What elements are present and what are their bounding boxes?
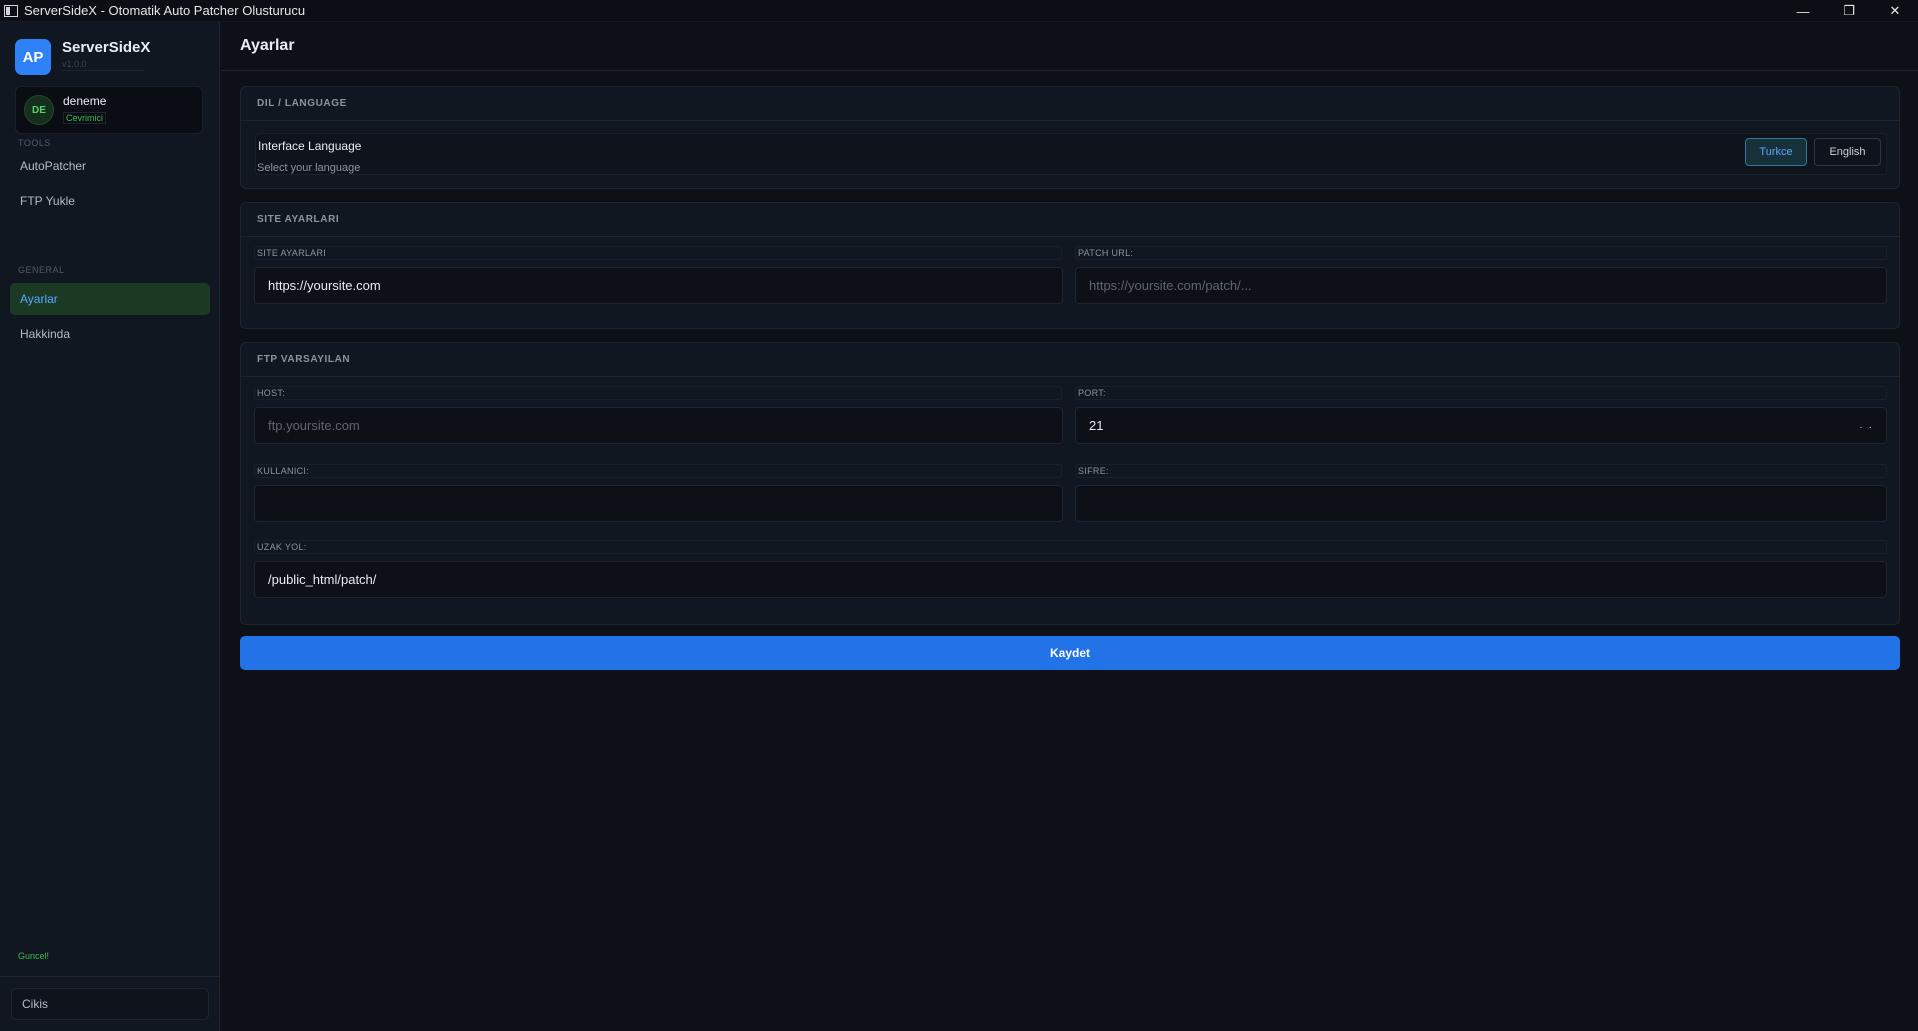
window-title: ServerSideX - Otomatik Auto Patcher Olus…	[24, 3, 306, 18]
spinner-arrows-icon[interactable]: ··	[1859, 422, 1878, 433]
title-bar: ServerSideX - Otomatik Auto Patcher Olus…	[0, 0, 1918, 22]
site-url-input[interactable]: https://yoursite.com	[254, 267, 1063, 304]
minimize-button[interactable]: —	[1780, 0, 1826, 22]
username-label: KULLANICI:	[254, 464, 1062, 478]
section-label-general: GENERAL	[18, 265, 65, 275]
window-controls: — ❐ ✕	[1780, 0, 1918, 22]
brand-name: ServerSideX	[62, 39, 151, 56]
avatar: DE	[24, 95, 54, 125]
remote-path-label: UZAK YOL:	[254, 540, 1887, 554]
main-content: Ayarlar DIL / LANGUAGE Interface Languag…	[221, 22, 1918, 1031]
password-input[interactable]	[1075, 485, 1887, 522]
port-stepper[interactable]: 21 ··	[1075, 407, 1887, 444]
host-input[interactable]: ftp.yoursite.com	[254, 407, 1063, 444]
ftp-defaults-card: FTP VARSAYILAN HOST: ftp.yoursite.com PO…	[240, 342, 1900, 625]
user-name: deneme	[63, 94, 107, 108]
brand-logo: AP	[15, 39, 51, 75]
section-label-tools: TOOLS	[18, 138, 51, 148]
username-input[interactable]	[254, 485, 1063, 522]
app-window-icon	[4, 4, 18, 17]
language-row: Interface Language Select your language …	[255, 133, 1887, 175]
page-header: Ayarlar	[221, 22, 1918, 71]
port-label: PORT:	[1075, 386, 1887, 400]
patch-url-label: PATCH URL:	[1075, 246, 1887, 260]
language-card-header: DIL / LANGUAGE	[241, 87, 1899, 121]
host-label: HOST:	[254, 386, 1062, 400]
brand-text: ServerSideX v1.0.0	[62, 39, 150, 71]
logout-button[interactable]: Cikis	[11, 988, 209, 1020]
sidebar-item-hakkinda[interactable]: Hakkinda	[10, 318, 210, 350]
site-settings-header: SITE AYARLARI	[241, 203, 1899, 237]
language-turkce-button[interactable]: Turkce	[1745, 138, 1807, 166]
site-url-label: SITE AYARLARI	[254, 246, 1062, 260]
site-settings-card: SITE AYARLARI SITE AYARLARI https://your…	[240, 202, 1900, 329]
patch-url-input[interactable]: https://yoursite.com/patch/...	[1075, 267, 1887, 304]
sidebar-item-ayarlar[interactable]: Ayarlar	[10, 283, 210, 315]
maximize-button[interactable]: ❐	[1826, 0, 1872, 22]
language-english-button[interactable]: English	[1814, 138, 1881, 166]
language-subtitle: Select your language	[257, 162, 361, 174]
user-card[interactable]: DE deneme Cevrimici	[15, 86, 203, 134]
port-value: 21	[1089, 418, 1104, 433]
update-status: Guncel!	[18, 951, 50, 961]
brand-version: v1.0.0	[62, 59, 144, 71]
sidebar: AP ServerSideX v1.0.0 DE deneme Cevrimic…	[0, 22, 220, 1031]
language-card: DIL / LANGUAGE Interface Language Select…	[240, 86, 1900, 189]
user-info: deneme Cevrimici	[63, 94, 106, 126]
user-status-badge: Cevrimici	[63, 112, 106, 124]
page-title: Ayarlar	[240, 37, 295, 54]
sidebar-item-autopatcher[interactable]: AutoPatcher	[10, 150, 210, 182]
brand: AP ServerSideX v1.0.0	[15, 39, 150, 75]
sidebar-item-ftp-yukle[interactable]: FTP Yukle	[10, 185, 210, 217]
password-label: SIFRE:	[1075, 464, 1887, 478]
ftp-defaults-header: FTP VARSAYILAN	[241, 343, 1899, 377]
close-button[interactable]: ✕	[1872, 0, 1918, 22]
save-button[interactable]: Kaydet	[240, 636, 1900, 670]
sidebar-divider	[0, 976, 220, 977]
remote-path-input[interactable]: /public_html/patch/	[254, 561, 1887, 598]
language-title: Interface Language	[258, 139, 362, 153]
